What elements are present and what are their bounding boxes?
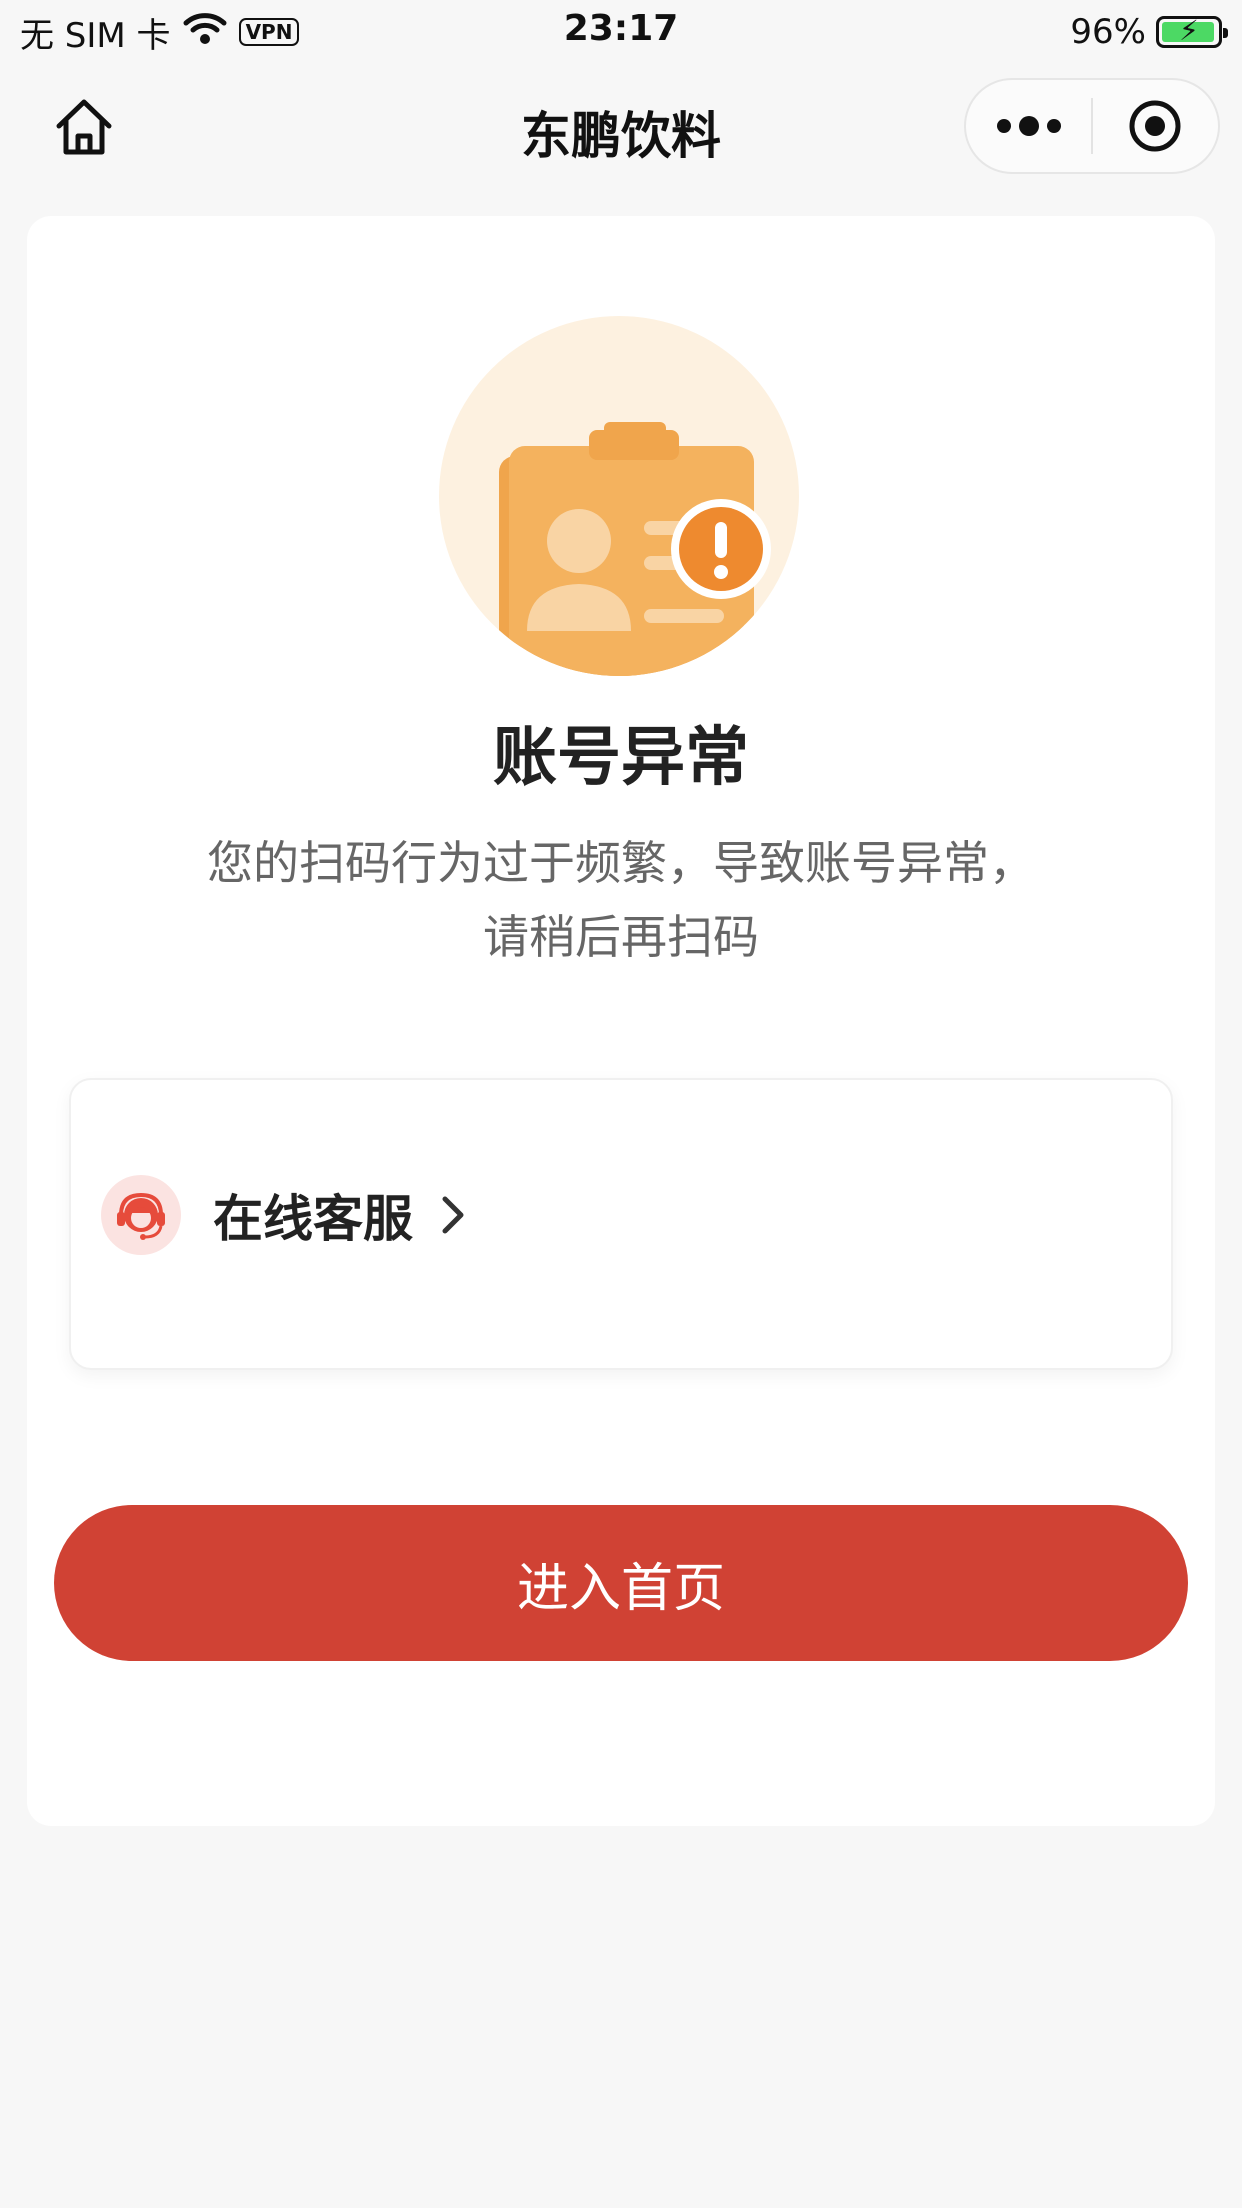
status-right: 96% ⚡ bbox=[1070, 10, 1228, 54]
error-message: 您的扫码行为过于频繁，导致账号异常， 请稍后再扫码 bbox=[127, 826, 1115, 974]
id-card-warning-icon bbox=[439, 316, 819, 696]
enter-home-button[interactable]: 进入首页 bbox=[54, 1505, 1188, 1661]
error-message-line1: 您的扫码行为过于频繁，导致账号异常， bbox=[207, 836, 1035, 890]
mini-program-capsule bbox=[964, 78, 1220, 174]
target-close-icon[interactable] bbox=[1093, 78, 1218, 174]
error-message-line2: 请稍后再扫码 bbox=[483, 910, 759, 964]
battery-icon: ⚡ bbox=[1156, 14, 1228, 48]
chevron-right-icon bbox=[439, 1193, 467, 1237]
status-time: 23:17 bbox=[563, 8, 679, 49]
online-service-link[interactable]: 在线客服 bbox=[101, 1174, 467, 1256]
charging-bolt-icon: ⚡ bbox=[1179, 14, 1199, 47]
service-panel: 在线客服 bbox=[69, 1078, 1173, 1370]
customer-service-icon bbox=[101, 1175, 181, 1255]
battery-cap bbox=[1223, 28, 1228, 38]
error-heading: 账号异常 bbox=[493, 721, 749, 795]
battery-percent: 96% bbox=[1070, 12, 1146, 52]
status-bar: 无 SIM 卡 VPN 23:17 96% ⚡ bbox=[0, 0, 1242, 62]
nav-bar: 东鹏饮料 bbox=[0, 62, 1242, 192]
content-card: 账号异常 您的扫码行为过于频繁，导致账号异常， 请稍后再扫码 在线客服 进入首页 bbox=[27, 216, 1215, 1826]
online-service-label: 在线客服 bbox=[213, 1190, 413, 1248]
more-dots-icon[interactable] bbox=[966, 78, 1091, 174]
